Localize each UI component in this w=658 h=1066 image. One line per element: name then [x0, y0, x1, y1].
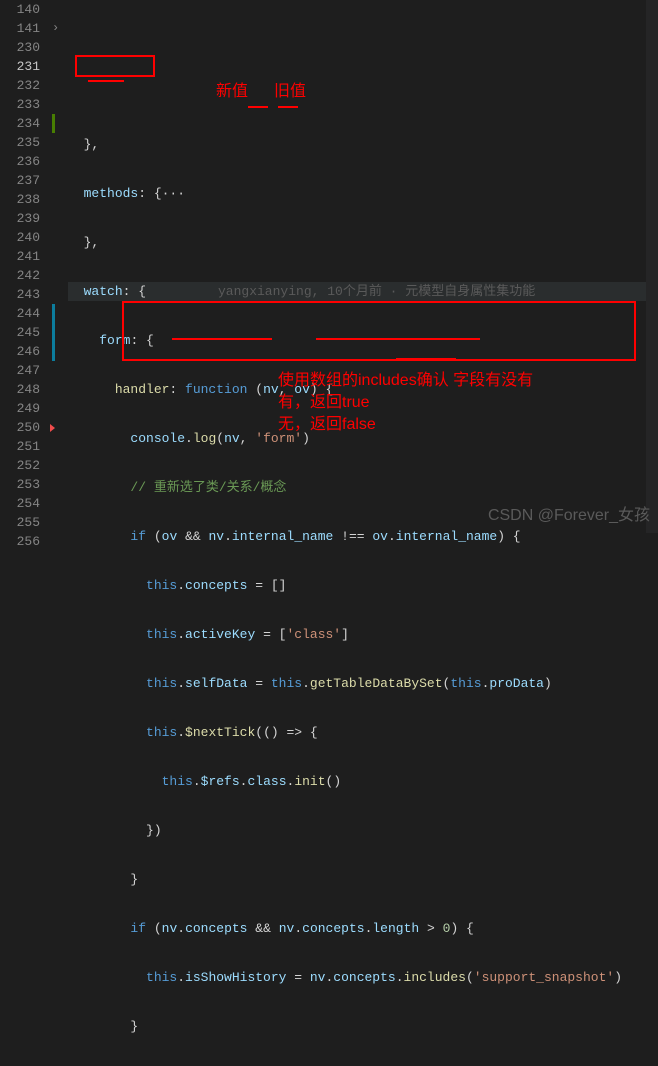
git-blame-inline: yangxianying, 10个月前 · 元模型自身属性集功能: [218, 282, 535, 301]
code-line[interactable]: }): [68, 821, 658, 840]
code-line[interactable]: this.activeKey = ['class']: [68, 625, 658, 644]
gutter-added-marker: [52, 114, 55, 133]
code-line[interactable]: if (nv.concepts && nv.concepts.length > …: [68, 919, 658, 938]
code-line[interactable]: }: [68, 870, 658, 889]
code-line[interactable]: this.$nextTick(() => {: [68, 723, 658, 742]
gutter-changed-marker: [52, 323, 55, 342]
code-line[interactable]: console.log(nv, 'form'): [68, 429, 658, 448]
code-content[interactable]: }, methods: {··· }, watch: {yangxianying…: [68, 0, 658, 533]
code-line[interactable]: this.selfData = this.getTableDataBySet(t…: [68, 674, 658, 693]
code-line[interactable]: },: [68, 233, 658, 252]
gutter-changed-marker: [52, 304, 55, 323]
line-number-gutter: 140 141 230 231 232 233 234 235 236 237 …: [0, 0, 54, 533]
code-line[interactable]: this.concepts = []: [68, 576, 658, 595]
code-line[interactable]: }: [68, 1017, 658, 1036]
code-line[interactable]: form: {: [68, 331, 658, 350]
code-line[interactable]: this.isShowHistory = nv.concepts.include…: [68, 968, 658, 987]
code-line-active[interactable]: watch: {yangxianying, 10个月前 · 元模型自身属性集功能: [68, 282, 658, 301]
fold-icon[interactable]: ›: [52, 19, 59, 38]
code-editor[interactable]: 140 141 230 231 232 233 234 235 236 237 …: [0, 0, 658, 533]
gutter-changed-marker: [52, 342, 55, 361]
gutter-deleted-marker: [50, 424, 55, 432]
minimap[interactable]: [646, 0, 658, 533]
code-line[interactable]: handler: function (nv, ov) {: [68, 380, 658, 399]
code-line[interactable]: this.$refs.class.init(): [68, 772, 658, 791]
code-line[interactable]: methods: {···: [68, 184, 658, 203]
code-line[interactable]: // 重新选了类/关系/概念: [68, 478, 658, 497]
code-line[interactable]: if (ov && nv.internal_name !== ov.intern…: [68, 527, 658, 546]
folding-column[interactable]: ›: [54, 0, 68, 533]
code-line[interactable]: },: [68, 135, 658, 154]
